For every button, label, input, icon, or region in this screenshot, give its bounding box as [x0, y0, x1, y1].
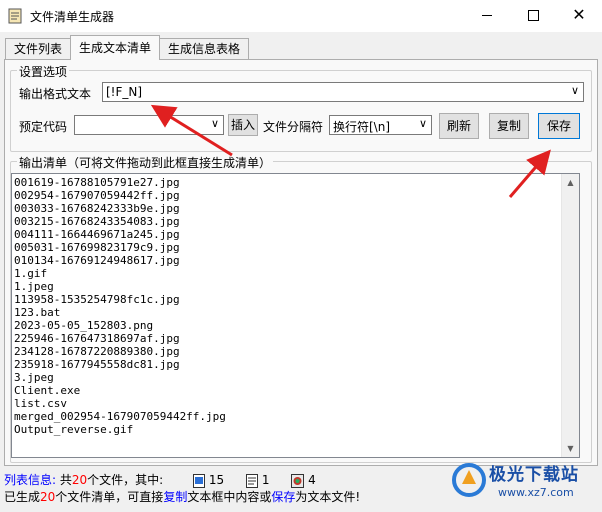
output-line: 005031-167699823179c9.jpg: [14, 241, 180, 254]
app-icon: [8, 8, 22, 24]
format-label: 输出格式文本: [19, 87, 92, 101]
output-line: 2023-05-05_152803.png: [14, 319, 154, 332]
status2-text-b: 个文件清单，可直接: [55, 490, 164, 504]
status-text-a: 共: [59, 473, 72, 487]
output-line: 235918-1677945558dc81.jpg: [14, 358, 180, 371]
tab-panel: 设置选项 输出格式文本 [!F_N] ∨ 预定代码 ∨ 插入 文件分隔符 换行符…: [4, 59, 598, 466]
output-legend: 输出清单（可将文件拖动到此框直接生成清单）: [17, 154, 274, 171]
output-line: 003215-16768243354083.jpg: [14, 215, 180, 228]
output-line: 002954-167907059442ff.jpg: [14, 189, 180, 202]
status2-copy-word: 复制: [163, 490, 188, 504]
status2-text-d: 为文本文件!: [295, 490, 361, 504]
insert-button[interactable]: 插入: [228, 114, 258, 136]
application-file-icon: [291, 473, 305, 488]
document-count: 1: [261, 473, 270, 487]
output-textarea[interactable]: 001619-16788105791e27.jpg 002954-16790705…: [11, 173, 580, 458]
output-line: 113958-1535254798fc1c.jpg: [14, 293, 180, 306]
status2-text-c: 文本框中内容或: [187, 490, 272, 504]
window-title: 文件清单生成器: [30, 10, 115, 24]
maximize-icon: [527, 9, 539, 21]
output-line: 003033-16768242333b9e.jpg: [14, 202, 180, 215]
watermark-url: www.xz7.com: [498, 486, 574, 499]
tab-strip: 文件列表 生成文本清单 生成信息表格: [0, 32, 602, 60]
output-line: 234128-16787220889380.jpg: [14, 345, 180, 358]
status-text-b: 个文件，其中:: [87, 473, 164, 487]
status-prefix: 列表信息:: [4, 473, 57, 487]
output-line: merged_002954-167907059442ff.jpg: [14, 410, 226, 423]
save-button[interactable]: 保存: [538, 113, 580, 139]
copy-button[interactable]: 复制: [489, 113, 529, 139]
output-line: 1.gif: [14, 267, 48, 280]
separator-combobox[interactable]: 换行符[\n] ∨: [329, 115, 432, 135]
tab-file-list[interactable]: 文件列表: [5, 38, 71, 59]
settings-legend: 设置选项: [17, 63, 70, 80]
status2-text-a: 已生成: [4, 490, 41, 504]
image-file-icon: [193, 473, 206, 488]
minimize-button[interactable]: [464, 0, 510, 32]
status-line-2: 已生成20个文件清单，可直接复制文本框中内容或保存为文本文件!: [4, 488, 360, 505]
status2-save-word: 保存: [271, 490, 296, 504]
output-line: 004111-1664469671a245.jpg: [14, 228, 180, 241]
output-line: 123.bat: [14, 306, 61, 319]
output-lines: 001619-16788105791e27.jpg 002954-16790705…: [14, 176, 226, 436]
vertical-scrollbar[interactable]: ▲ ▼: [561, 174, 579, 457]
output-line: 001619-16788105791e27.jpg: [14, 176, 180, 189]
settings-group: 设置选项 输出格式文本 [!F_N] ∨ 预定代码 ∨ 插入 文件分隔符 换行符…: [10, 63, 592, 152]
image-count: 15: [208, 473, 225, 487]
watermark-logo: 极光下载站 www.xz7.com: [452, 458, 600, 508]
output-line: 010134-16769124948617.jpg: [14, 254, 180, 267]
document-file-icon: [245, 473, 258, 488]
watermark-icon: [452, 463, 486, 497]
preset-label: 预定代码: [19, 120, 68, 134]
chevron-down-icon[interactable]: ∨: [211, 117, 219, 130]
scroll-up-icon[interactable]: ▲: [562, 174, 579, 191]
application-count: 4: [308, 473, 316, 487]
title-bar: 文件清单生成器 ✕: [0, 0, 602, 32]
output-line: Client.exe: [14, 384, 81, 397]
separator-value: 换行符[\n]: [333, 120, 391, 134]
status-file-count: 20: [71, 473, 88, 487]
output-line: list.csv: [14, 397, 67, 410]
format-combobox[interactable]: [!F_N] ∨: [102, 82, 584, 102]
output-line: 1.jpeg: [14, 280, 54, 293]
minimize-icon: [482, 14, 492, 16]
preset-combobox[interactable]: ∨: [74, 115, 224, 135]
tab-generate-text-list[interactable]: 生成文本清单: [70, 35, 160, 60]
maximize-button[interactable]: [510, 0, 556, 32]
scroll-down-icon[interactable]: ▼: [562, 440, 579, 457]
chevron-down-icon[interactable]: ∨: [571, 84, 579, 97]
refresh-button[interactable]: 刷新: [439, 113, 479, 139]
status2-count: 20: [40, 490, 56, 504]
close-icon: ✕: [572, 5, 586, 24]
output-line: Output_reverse.gif: [14, 423, 134, 436]
tab-generate-info-table[interactable]: 生成信息表格: [159, 38, 249, 59]
close-button[interactable]: ✕: [556, 0, 602, 32]
output-line: 3.jpeg: [14, 371, 54, 384]
separator-label: 文件分隔符: [263, 120, 324, 134]
format-value: [!F_N]: [106, 85, 143, 99]
chevron-down-icon[interactable]: ∨: [419, 117, 427, 130]
status-line-1: 列表信息: 共20个文件，其中: 15 1 4: [4, 471, 316, 488]
output-line: 225946-167647318697af.jpg: [14, 332, 180, 345]
watermark-name: 极光下载站: [489, 465, 579, 485]
